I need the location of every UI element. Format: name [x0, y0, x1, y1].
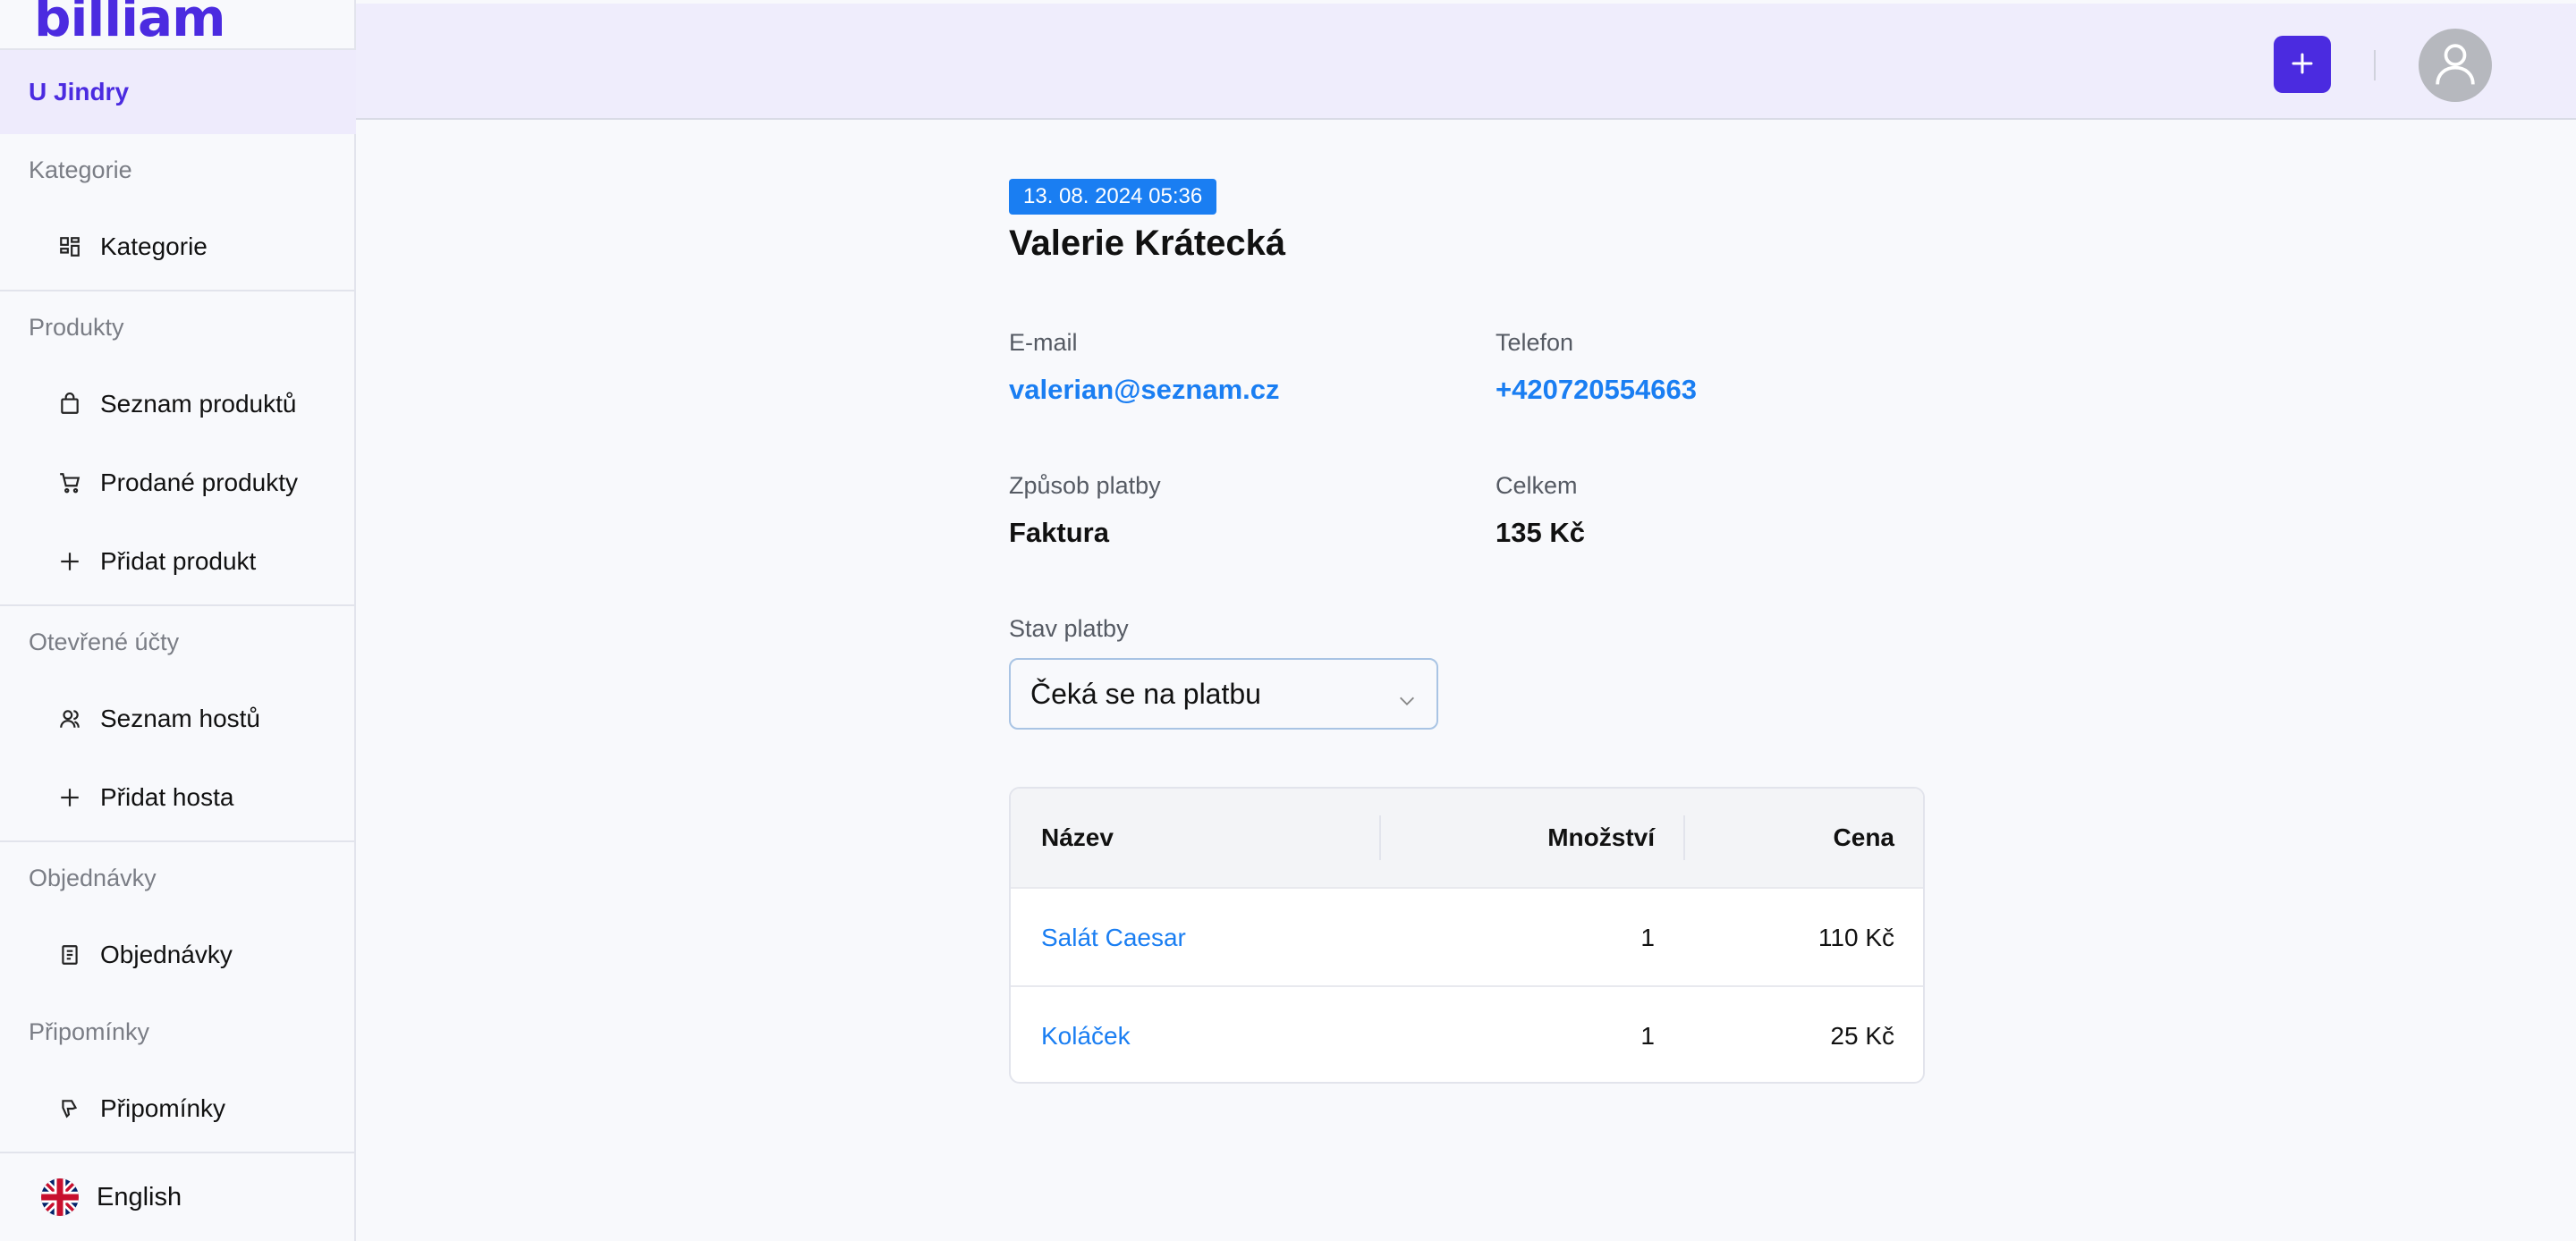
- order-date-badge: 13. 08. 2024 05:36: [1009, 179, 1217, 215]
- thumbs-down-icon: [57, 1096, 82, 1121]
- email-label: E-mail: [1009, 329, 1078, 356]
- sidebar-item-kategorie[interactable]: Kategorie: [0, 220, 356, 274]
- table-row: Salát Caesar 1 110 Kč: [1011, 887, 1923, 985]
- users-icon: [57, 706, 82, 731]
- total-value: 135 Kč: [1496, 517, 1585, 548]
- header-separator: [2374, 50, 2376, 80]
- payment-status-label: Stav platby: [1009, 615, 1129, 642]
- venue-name[interactable]: U Jindry: [0, 48, 356, 134]
- item-price: 110 Kč: [1818, 924, 1894, 951]
- add-button[interactable]: [2274, 36, 2331, 93]
- plus-icon: [57, 785, 82, 810]
- table-header-row: Název Množství Cena: [1011, 789, 1923, 887]
- phone-label: Telefon: [1496, 329, 1574, 356]
- sidebar-item-label: Seznam hostů: [100, 705, 260, 732]
- sidebar-item-pridat-hosta[interactable]: Přidat hosta: [0, 771, 356, 824]
- order-items-table: Název Množství Cena Salát Caesar 1 110 K…: [1009, 787, 1925, 1084]
- item-price: 25 Kč: [1830, 1022, 1894, 1050]
- sidebar-item-label: Připomínky: [100, 1094, 226, 1122]
- divider: [0, 604, 356, 606]
- sidebar-item-label: Prodané produkty: [100, 469, 299, 496]
- sidebar-item-label: Přidat hosta: [100, 783, 234, 811]
- section-title-produkty: Produkty: [29, 314, 124, 341]
- email-link[interactable]: valerian@seznam.cz: [1009, 374, 1280, 406]
- receipt-icon: [57, 942, 82, 967]
- column-separator: [1683, 815, 1685, 860]
- plus-icon: [2289, 50, 2316, 80]
- sidebar-item-seznam-hostu[interactable]: Seznam hostů: [0, 692, 356, 746]
- sidebar-item-pripominky[interactable]: Připomínky: [0, 1082, 356, 1135]
- column-separator: [1379, 815, 1381, 860]
- payment-status-value: Čeká se na platbu: [1030, 677, 1261, 710]
- sidebar-item-pridat-produkt[interactable]: Přidat produkt: [0, 535, 356, 588]
- item-quantity: 1: [1640, 924, 1655, 951]
- column-header-cena[interactable]: Cena: [1834, 789, 1894, 887]
- billiam-logo[interactable]: billiam: [34, 0, 226, 48]
- item-name-link[interactable]: Salát Caesar: [1041, 924, 1186, 952]
- sidebar-item-label: Seznam produktů: [100, 390, 297, 418]
- user-avatar-button[interactable]: [2419, 29, 2492, 102]
- plus-icon: [57, 549, 82, 574]
- section-title-otevrene-ucty: Otevřené účty: [29, 629, 180, 655]
- item-quantity: 1: [1640, 1022, 1655, 1050]
- payment-status-select[interactable]: Čeká se na platbu: [1009, 658, 1438, 730]
- cart-icon: [57, 470, 82, 495]
- uk-flag-icon: [41, 1178, 79, 1216]
- bag-icon: [57, 392, 82, 417]
- top-header: [356, 4, 2576, 120]
- sidebar-item-label: Kategorie: [100, 232, 208, 260]
- sidebar-item-seznam-produktu[interactable]: Seznam produktů: [0, 377, 356, 431]
- sidebar-item-label: Přidat produkt: [100, 547, 257, 575]
- column-header-mnozstvi[interactable]: Množství: [1547, 789, 1655, 887]
- table-row: Koláček 1 25 Kč: [1011, 985, 1923, 1082]
- divider: [0, 840, 356, 842]
- item-name-link[interactable]: Koláček: [1041, 1022, 1131, 1051]
- section-title-pripominky: Připomínky: [29, 1018, 150, 1045]
- section-title-objednavky: Objednávky: [29, 865, 157, 891]
- sidebar-item-objednavky[interactable]: Objednávky: [0, 928, 356, 982]
- sidebar: billiam U Jindry Kategorie Kategorie Pro…: [0, 0, 356, 1241]
- chevron-down-icon: [1397, 685, 1417, 718]
- total-label: Celkem: [1496, 472, 1578, 499]
- payment-method-value: Faktura: [1009, 517, 1109, 548]
- sidebar-item-prodane-produkty[interactable]: Prodané produkty: [0, 456, 356, 510]
- divider: [0, 290, 356, 291]
- section-title-kategorie: Kategorie: [29, 156, 132, 183]
- sidebar-item-label: Objednávky: [100, 941, 233, 968]
- grid-icon: [57, 234, 82, 259]
- user-avatar-icon: [2430, 38, 2480, 93]
- language-label: English: [97, 1182, 182, 1211]
- language-switcher[interactable]: English: [0, 1152, 356, 1241]
- phone-link[interactable]: +420720554663: [1496, 374, 1697, 406]
- guest-name: Valerie Krátecká: [1009, 224, 1286, 263]
- column-header-nazev[interactable]: Název: [1041, 789, 1114, 887]
- payment-method-label: Způsob platby: [1009, 472, 1161, 499]
